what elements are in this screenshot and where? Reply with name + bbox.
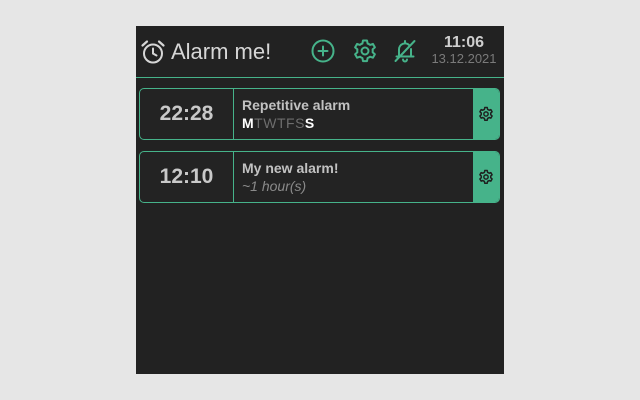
app-header: Alarm me! 11:06 13.12.2021 — [136, 26, 504, 78]
gear-icon — [479, 106, 493, 121]
alarm-title: Repetitive alarm — [242, 97, 351, 113]
day-thursday: T — [276, 115, 287, 131]
current-date: 13.12.2021 — [431, 51, 497, 66]
alarm-time-remaining: ~1 hour(s) — [242, 178, 307, 194]
day-friday: F — [286, 115, 296, 131]
alarm-settings-button[interactable] — [473, 152, 499, 202]
day-monday: M — [242, 115, 255, 131]
mute-button[interactable] — [392, 38, 418, 64]
day-tuesday: T — [254, 115, 264, 131]
alarm-clock-icon — [139, 38, 167, 66]
gear-icon — [354, 39, 376, 63]
app-title: Alarm me! — [171, 39, 272, 64]
bell-off-icon — [394, 40, 416, 63]
day-wednesday: W — [263, 115, 277, 131]
alarm-title: My new alarm! — [242, 160, 339, 176]
alarm-time: 12:10 — [140, 152, 234, 202]
add-alarm-button[interactable] — [310, 38, 336, 64]
alarm-item[interactable]: 12:10 My new alarm! ~1 hour(s) — [139, 151, 500, 203]
alarm-app-window: Alarm me! 11:06 13.12.2021 22:28 Repetit… — [136, 26, 504, 374]
settings-button[interactable] — [352, 38, 378, 64]
day-saturday: S — [295, 115, 305, 131]
current-clock: 11:06 13.12.2021 — [426, 34, 502, 67]
alarm-item[interactable]: 22:28 Repetitive alarm MTWTFSS — [139, 88, 500, 140]
alarm-time: 22:28 — [140, 89, 234, 139]
current-time: 11:06 — [443, 34, 485, 51]
day-sunday: S — [304, 115, 315, 131]
alarm-repeat-days: MTWTFSS — [242, 115, 315, 131]
alarm-settings-button[interactable] — [473, 89, 499, 139]
gear-icon — [479, 169, 493, 184]
plus-circle-icon — [311, 39, 335, 63]
